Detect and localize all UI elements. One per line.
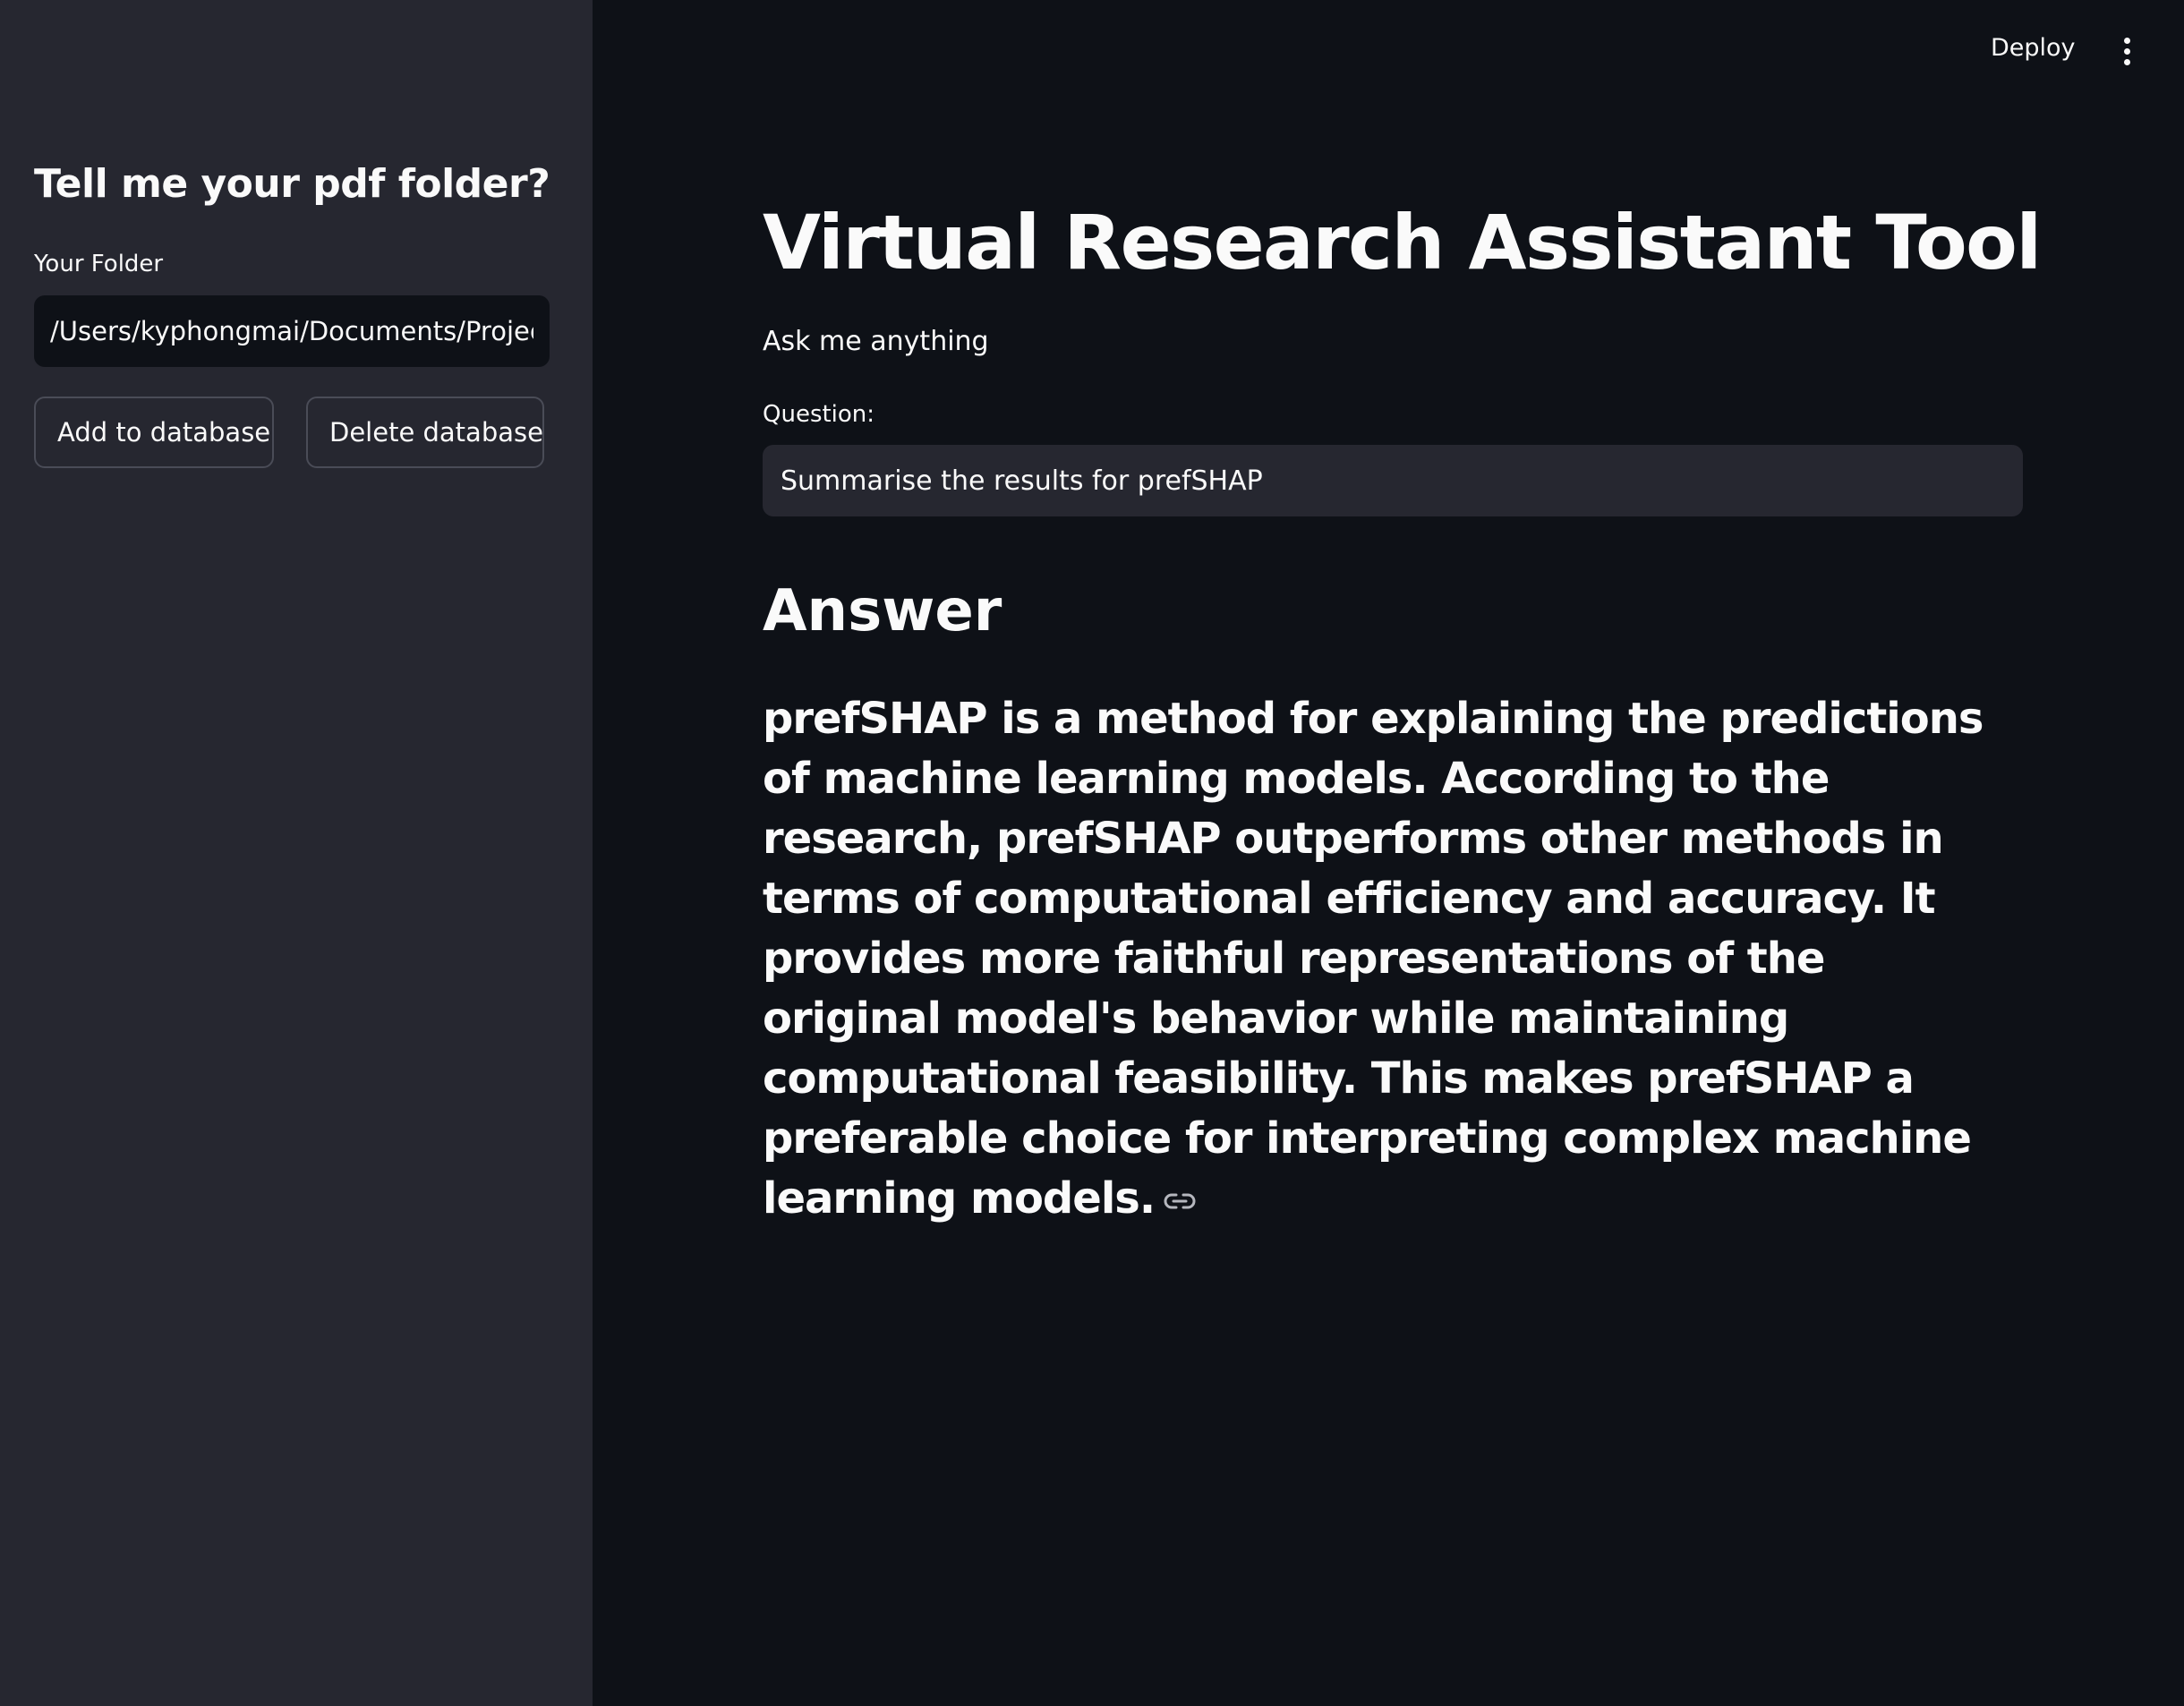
answer-text: prefSHAP is a method for explaining the … [763,689,1998,1229]
add-to-database-button[interactable]: Add to database [34,397,274,468]
sidebar: Tell me your pdf folder? Your Folder Add… [0,0,593,1706]
link-icon[interactable] [1162,1189,1198,1214]
delete-database-button[interactable]: Delete database [306,397,544,468]
subtitle: Ask me anything [763,326,989,357]
sidebar-title: Tell me your pdf folder? [34,161,550,207]
question-label: Question: [763,401,875,428]
question-input[interactable] [763,445,2023,516]
page-title: Virtual Research Assistant Tool [763,199,2042,286]
answer-heading: Answer [763,578,1002,644]
folder-label: Your Folder [34,251,164,277]
app: Tell me your pdf folder? Your Folder Add… [0,0,2184,1706]
more-vertical-icon[interactable] [2116,38,2137,70]
deploy-button[interactable]: Deploy [1991,34,2076,62]
answer-body: prefSHAP is a method for explaining the … [763,694,1984,1224]
folder-input[interactable] [34,295,550,367]
